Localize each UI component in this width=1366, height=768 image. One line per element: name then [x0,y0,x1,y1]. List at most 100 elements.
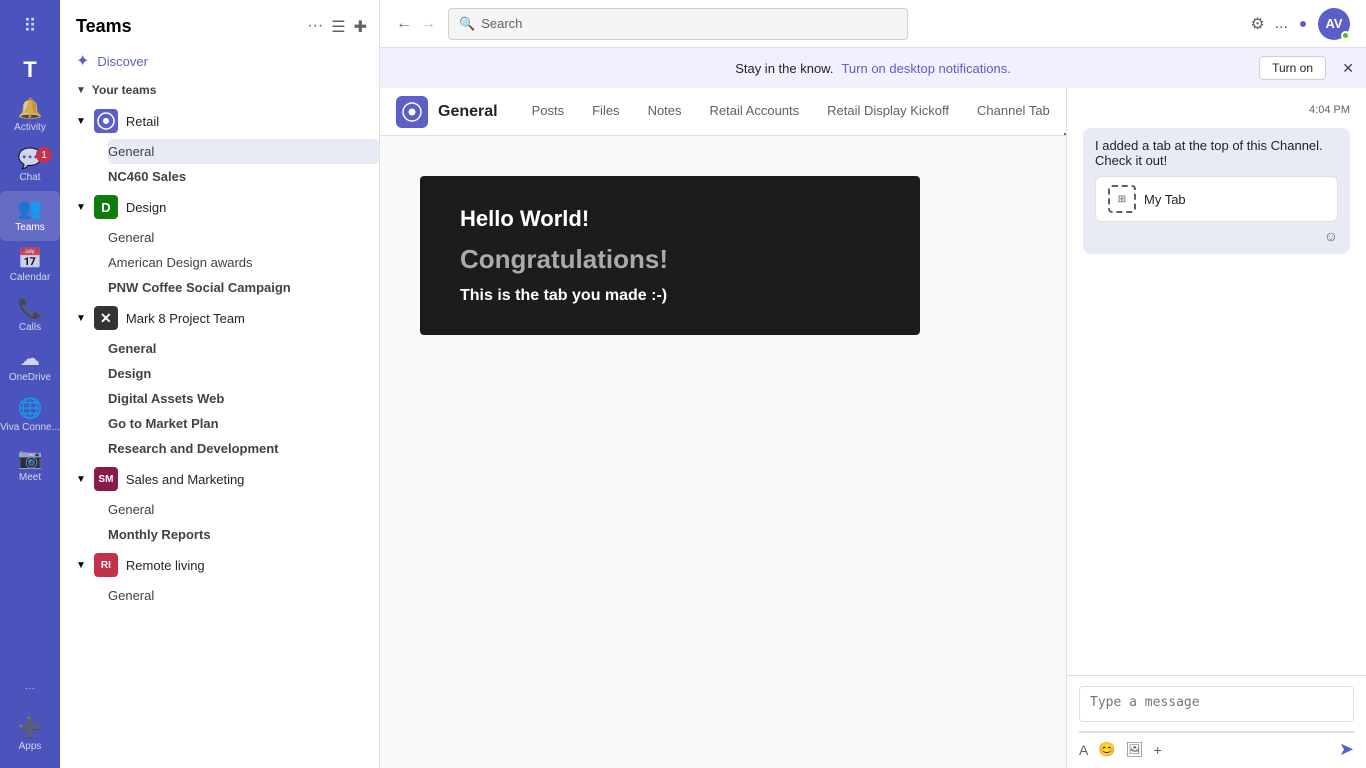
channel-design-awards[interactable]: American Design awards [108,250,379,275]
rail-item-chat[interactable]: 💬 Chat 1 [0,141,60,191]
notification-link[interactable]: Turn on desktop notifications. [841,61,1010,76]
channel-mark8-digital[interactable]: Digital Assets Web [108,386,379,411]
rail-item-onedrive[interactable]: ☁ OneDrive [0,341,60,391]
channel-retail-nc460[interactable]: NC460 Sales [108,164,379,189]
mark8-avatar: ✕ [94,306,118,330]
design-avatar: D [94,195,118,219]
channel-ri-general[interactable]: General [108,583,379,608]
channel-mark8-design[interactable]: Design [108,361,379,386]
mark8-channels: General Design Digital Assets Web Go to … [60,336,379,461]
gif-icon[interactable]: 🖼 [1126,741,1144,758]
turn-on-button[interactable]: Turn on [1259,56,1326,80]
tab-notes[interactable]: Notes [634,88,696,135]
hello-congrats: Congratulations! [460,244,880,275]
tab-files[interactable]: Files [578,88,633,135]
activity-icon: 🔔 [18,99,43,119]
rail-grid-dots[interactable]: ⠿ [0,8,60,49]
sidebar-more-button[interactable]: ··· [307,17,323,37]
tab-channel-tab[interactable]: Channel Tab [963,88,1064,135]
presence-dot [1298,19,1308,29]
sidebar: Teams ··· ☰ ✚ ✦ Discover ▼ Your teams ▼ … [60,0,380,768]
hello-title: Hello World! [460,206,880,232]
emoji-icon[interactable]: 😊 [1098,741,1115,758]
format-icon[interactable]: A [1079,742,1088,758]
sm-name: Sales and Marketing [126,472,363,487]
rail-item-apps[interactable]: ➕ Apps [0,710,60,768]
channel-area: General Posts Files Notes Retail Account… [380,88,1366,768]
chat-messages: 4:04 PM I added a tab at the top of this… [1067,88,1366,675]
retail-avatar [94,109,118,133]
my-tab-card-label: My Tab [1144,192,1186,207]
chat-panel: 4:04 PM I added a tab at the top of this… [1066,88,1366,768]
my-tab-card-icon: ⊞ [1108,185,1136,213]
ri-avatar: RI [94,553,118,577]
teams-logo-icon: T [23,57,36,83]
rail-more[interactable]: ··· [0,675,60,706]
channel-main: General Posts Files Notes Retail Account… [380,88,1066,768]
attach-icon[interactable]: + [1154,742,1162,758]
your-teams-section[interactable]: ▼ Your teams [60,77,379,103]
channel-mark8-gtm[interactable]: Go to Market Plan [108,411,379,436]
channel-retail-general[interactable]: General [108,139,379,164]
send-button[interactable]: ➤ [1339,739,1354,760]
channel-sm-general[interactable]: General [108,497,379,522]
search-bar[interactable]: 🔍 Search [448,8,908,40]
rail-teams-logo[interactable]: T [0,49,60,91]
team-sm[interactable]: ▼ SM Sales and Marketing [60,461,379,497]
team-mark8[interactable]: ▼ ✕ Mark 8 Project Team [60,300,379,336]
rail-item-activity[interactable]: 🔔 Activity [0,91,60,141]
team-ri[interactable]: ▼ RI Remote living [60,547,379,583]
teams-nav-icon: 👥 [18,199,43,219]
chat-input-field[interactable] [1079,686,1354,722]
rail-item-calendar[interactable]: 📅 Calendar [0,241,60,291]
sm-chevron: ▼ [76,474,86,485]
rail-item-calls[interactable]: 📞 Calls [0,291,60,341]
design-channels: General American Design awards PNW Coffe… [60,225,379,300]
tab-retail-display-kickoff[interactable]: Retail Display Kickoff [813,88,963,135]
sm-avatar: SM [94,467,118,491]
ri-chevron: ▼ [76,560,86,571]
notification-banner: Stay in the know. Turn on desktop notifi… [380,48,1366,88]
notification-close-button[interactable]: ✕ [1342,60,1354,77]
search-placeholder: Search [481,16,522,31]
channel-design-pnw[interactable]: PNW Coffee Social Campaign [108,275,379,300]
channel-design-general[interactable]: General [108,225,379,250]
settings-icon[interactable]: ⚙ [1250,14,1264,34]
chat-badge: 1 [36,147,52,163]
topbar-right: ⚙ ... AV [1250,8,1350,40]
react-button[interactable]: ☺ [1324,228,1338,244]
team-retail[interactable]: ▼ Retail [60,103,379,139]
meet-icon: 📷 [18,449,43,469]
chat-bubble: I added a tab at the top of this Channel… [1083,128,1350,254]
channel-mark8-rd[interactable]: Research and Development [108,436,379,461]
channel-mark8-general[interactable]: General [108,336,379,361]
avatar-status [1341,31,1350,40]
chat-input-actions: A 😊 🖼 + ➤ [1079,739,1354,760]
rail-item-teams[interactable]: 👥 Teams [0,191,60,241]
calls-icon: 📞 [18,299,43,319]
search-icon: 🔍 [459,16,475,32]
topbar-left: ← → [396,15,436,33]
main-area: ← → 🔍 Search ⚙ ... AV Stay in the know. … [380,0,1366,768]
user-avatar[interactable]: AV [1318,8,1350,40]
sidebar-header: Teams ··· ☰ ✚ [60,0,379,45]
topbar-more-button[interactable]: ... [1275,15,1288,33]
sidebar-add-button[interactable]: ✚ [354,17,367,37]
rail-item-viva[interactable]: 🌐 Viva Conne... [0,391,60,441]
back-icon[interactable]: ← [396,15,412,33]
forward-icon[interactable]: → [420,15,436,33]
retail-chevron: ▼ [76,116,86,127]
tab-posts[interactable]: Posts [518,88,579,135]
team-design[interactable]: ▼ D Design [60,189,379,225]
more-icon: ··· [25,683,35,694]
retail-channels: General NC460 Sales [60,139,379,189]
channel-sm-monthly[interactable]: Monthly Reports [108,522,379,547]
left-rail: ⠿ T 🔔 Activity 💬 Chat 1 👥 Teams 📅 Calend… [0,0,60,768]
discover-icon: ✦ [76,51,89,71]
rail-item-meet[interactable]: 📷 Meet [0,441,60,491]
tab-retail-accounts[interactable]: Retail Accounts [696,88,814,135]
chat-input-divider [1079,731,1354,733]
sidebar-filter-button[interactable]: ☰ [331,17,345,37]
channel-header: General Posts Files Notes Retail Account… [380,88,1066,136]
discover-row[interactable]: ✦ Discover [60,45,379,77]
